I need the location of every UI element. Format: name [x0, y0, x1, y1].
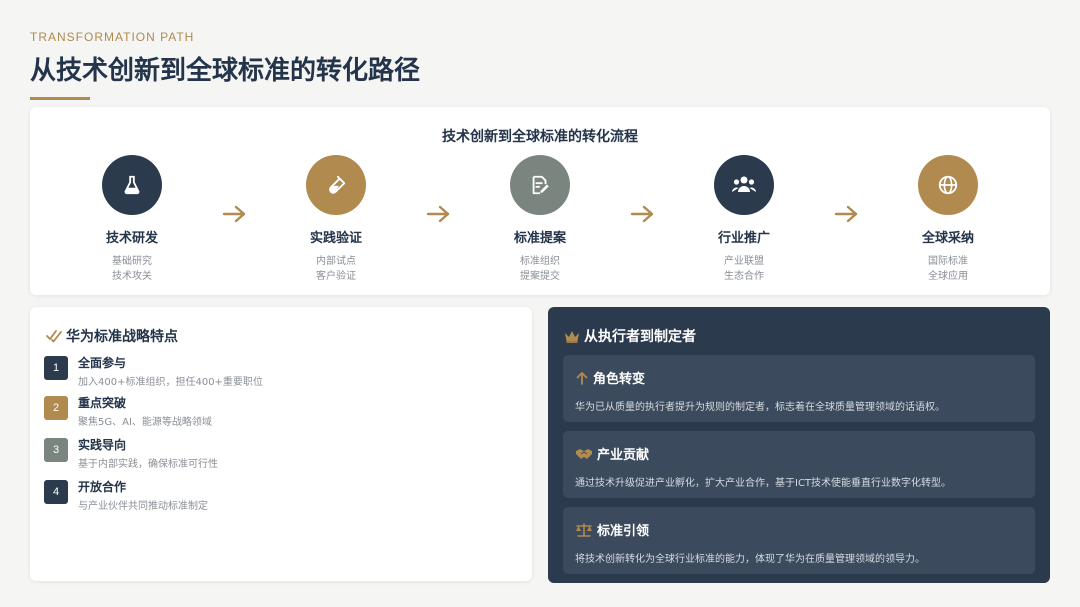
- item-desc: 聚焦5G、AI、能源等战略领域: [78, 417, 212, 428]
- strategy-heading: 华为标准战略特点: [46, 326, 178, 346]
- item-number: 2: [44, 396, 68, 420]
- arrow-right-icon: [834, 205, 858, 223]
- step-detail: 标准组织: [520, 256, 560, 267]
- step-name: 标准提案: [513, 231, 566, 246]
- role-item: 产业贡献 通过技术升级促进产业孵化，扩大产业合作，基于ICT技术使能垂直行业数字…: [563, 431, 1035, 498]
- role-card: 从执行者到制定者 角色转变 华为已从质量的执行者提升为规则的制定者，标志着在全球…: [548, 307, 1050, 583]
- flow-step-validation: 实践验证 内部试点 客户验证: [266, 155, 406, 284]
- crown-icon: [565, 330, 579, 343]
- strategy-item: 1 全面参与 加入400+标准组织，担任400+重要职位: [44, 356, 263, 388]
- page-subtitle: TRANSFORMATION PATH: [30, 30, 195, 44]
- flow-step-adoption: 全球采纳 国际标准 全球应用: [878, 155, 1018, 284]
- role-item: 角色转变 华为已从质量的执行者提升为规则的制定者，标志着在全球质量管理领域的话语…: [563, 355, 1035, 422]
- step-name: 行业推广: [717, 231, 770, 246]
- flow-step-promotion: 行业推广 产业联盟 生态合作: [674, 155, 814, 284]
- item-desc: 与产业伙伴共同推动标准制定: [78, 501, 208, 512]
- step-detail: 提案提交: [520, 271, 560, 282]
- role-title: 从执行者到制定者: [584, 329, 696, 345]
- item-number: 3: [44, 438, 68, 462]
- step-detail: 全球应用: [928, 271, 968, 282]
- arrow-up-icon: [576, 371, 588, 385]
- step-detail: 内部试点: [316, 256, 356, 267]
- step-detail: 国际标准: [928, 256, 968, 267]
- strategy-item: 4 开放合作 与产业伙伴共同推动标准制定: [44, 480, 208, 512]
- test-tube-icon: [306, 155, 366, 215]
- document-edit-icon: [510, 155, 570, 215]
- step-detail: 技术攻关: [112, 271, 152, 282]
- item-name: 产业贡献: [597, 448, 650, 463]
- step-name: 技术研发: [105, 231, 158, 246]
- item-heading: 标准引领: [575, 520, 649, 539]
- item-name: 重点突破: [78, 396, 127, 410]
- title-underline: [30, 97, 90, 100]
- balance-scale-icon: [576, 522, 592, 537]
- item-desc: 基于内部实践，确保标准可行性: [78, 459, 218, 470]
- item-desc: 将技术创新转化为全球行业标准的能力，体现了华为在质量管理领域的领导力。: [575, 554, 925, 565]
- item-desc: 通过技术升级促进产业孵化，扩大产业合作，基于ICT技术使能垂直行业数字化转型。: [575, 478, 952, 489]
- arrow-right-icon: [222, 205, 246, 223]
- item-name: 实践导向: [78, 438, 127, 452]
- flow-title: 技术创新到全球标准的转化流程: [442, 129, 638, 145]
- strategy-item: 3 实践导向 基于内部实践，确保标准可行性: [44, 438, 218, 470]
- double-check-icon: [46, 330, 62, 343]
- item-number: 4: [44, 480, 68, 504]
- page-title: 从技术创新到全球标准的转化路径: [30, 56, 421, 86]
- item-desc: 华为已从质量的执行者提升为规则的制定者，标志着在全球质量管理领域的话语权。: [575, 402, 945, 413]
- step-name: 全球采纳: [921, 231, 974, 246]
- globe-icon: [918, 155, 978, 215]
- item-name: 角色转变: [593, 372, 646, 387]
- flow-step-research: 技术研发 基础研究 技术攻关: [62, 155, 202, 284]
- arrow-right-icon: [426, 205, 450, 223]
- item-number: 1: [44, 356, 68, 380]
- step-detail: 客户验证: [316, 271, 356, 282]
- step-detail: 生态合作: [724, 271, 764, 282]
- flow-card: 技术创新到全球标准的转化流程 技术研发 基础研究 技术攻关 实践验证 内部试点 …: [30, 107, 1050, 295]
- item-heading: 角色转变: [575, 368, 645, 387]
- step-name: 实践验证: [309, 231, 362, 246]
- arrow-right-icon: [630, 205, 654, 223]
- step-detail: 产业联盟: [724, 256, 764, 267]
- strategy-item: 2 重点突破 聚焦5G、AI、能源等战略领域: [44, 396, 212, 428]
- flow-step-proposal: 标准提案 标准组织 提案提交: [470, 155, 610, 284]
- item-name: 全面参与: [78, 356, 127, 370]
- handshake-icon: [576, 448, 592, 459]
- item-name: 开放合作: [78, 480, 127, 494]
- header: TRANSFORMATION PATH 从技术创新到全球标准的转化路径: [30, 30, 420, 100]
- item-heading: 产业贡献: [575, 444, 649, 463]
- role-item: 标准引领 将技术创新转化为全球行业标准的能力，体现了华为在质量管理领域的领导力。: [563, 507, 1035, 574]
- flask-icon: [102, 155, 162, 215]
- strategy-title: 华为标准战略特点: [66, 329, 178, 345]
- step-detail: 基础研究: [112, 256, 152, 267]
- strategy-card: 华为标准战略特点 1 全面参与 加入400+标准组织，担任400+重要职位 2 …: [30, 307, 532, 581]
- users-icon: [714, 155, 774, 215]
- role-heading: 从执行者到制定者: [564, 326, 696, 346]
- item-name: 标准引领: [597, 524, 650, 539]
- item-desc: 加入400+标准组织，担任400+重要职位: [78, 377, 263, 388]
